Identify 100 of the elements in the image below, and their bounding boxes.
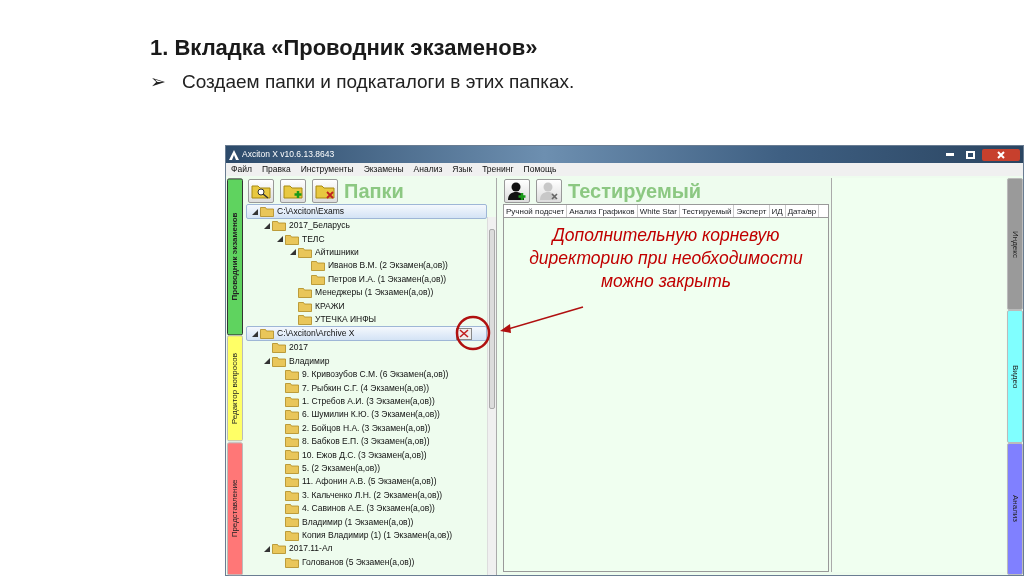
tree-item[interactable]: 7. Рыбкин С.Г. (4 Экзамен(а,ов))	[246, 381, 487, 395]
folder-icon	[260, 206, 274, 217]
tree-item[interactable]: 5. (2 Экзамен(а,ов))	[246, 461, 487, 476]
app-logo-icon	[229, 149, 239, 160]
folder-icon	[285, 395, 299, 407]
folder-icon	[285, 476, 299, 488]
slide-title: 1. Вкладка «Проводник экзаменов»	[150, 34, 539, 62]
close-button[interactable]	[982, 148, 1020, 161]
side-tab[interactable]: Представление	[227, 441, 243, 575]
folder-label: 3. Кальченко Л.Н. (2 Экзамен(а,ов))	[302, 488, 443, 502]
annotation-text: директорию при необходимости	[529, 247, 803, 270]
tree-item[interactable]: 2017	[246, 341, 487, 355]
expanded-arrow-icon[interactable]	[251, 208, 258, 215]
tree-item[interactable]: Петров И.А. (1 Экзамен(а,ов))	[246, 272, 487, 286]
tree-item[interactable]: 10. Ежов Д.С. (3 Экзамен(а,ов))	[246, 448, 487, 462]
column-header[interactable]: Ручной подсчет	[504, 205, 568, 217]
folder-label: Владимир (1 Экзамен(а,ов))	[302, 515, 414, 529]
column-header[interactable]: White Star	[637, 205, 680, 217]
side-tab[interactable]: Редактор вопросов	[227, 335, 243, 442]
folder-icon	[311, 273, 325, 285]
expanded-arrow-icon[interactable]	[276, 236, 283, 243]
folder-label: 8. Бабков Е.П. (3 Экзамен(а,ов))	[302, 435, 430, 448]
tree-item[interactable]: 6. Шумилин К.Ю. (3 Экзамен(а,ов))	[246, 408, 487, 422]
tree-item[interactable]: Владимир	[246, 354, 487, 368]
menu-item[interactable]: Правка	[256, 163, 296, 176]
folder-icon	[285, 489, 299, 501]
folder-label: 10. Ежов Д.С. (3 Экзамен(а,ов))	[302, 448, 427, 462]
tree-item[interactable]: 1. Стребов А.И. (3 Экзамен(а,ов))	[246, 394, 487, 409]
column-header[interactable]: Тестируемый	[679, 205, 735, 217]
folder-delete-button[interactable]	[312, 179, 338, 203]
bullet-marker: ➢	[150, 70, 166, 94]
tree-item[interactable]: КРАЖИ	[246, 299, 487, 313]
folder-label: ТЕЛС	[302, 232, 325, 246]
folder-label: 11. Афонин А.В. (5 Экзамен(а,ов))	[302, 475, 437, 489]
expanded-arrow-icon[interactable]	[263, 358, 270, 365]
window-title: Axciton X v10.6.13.8643	[242, 148, 335, 161]
menu-item[interactable]: Экзамены	[358, 163, 409, 176]
folder-label: КРАЖИ	[315, 299, 345, 313]
folder-label: 6. Шумилин К.Ю. (3 Экзамен(а,ов))	[302, 408, 440, 422]
folder-label: Иванов В.М. (2 Экзамен(а,ов))	[328, 259, 448, 273]
tree-item[interactable]: Иванов В.М. (2 Экзамен(а,ов))	[246, 259, 487, 273]
expanded-arrow-icon[interactable]	[251, 330, 258, 337]
column-header[interactable]: Дата/вр	[785, 205, 820, 217]
tree-item[interactable]: Айтишники	[246, 245, 487, 260]
close-icon	[997, 150, 1005, 159]
tree-item[interactable]: 11. Афонин А.В. (5 Экзамен(а,ов))	[246, 475, 487, 489]
folder-label: Копия Владимир (1) (1 Экзамен(а,ов))	[302, 528, 453, 542]
folder-label: 2017	[289, 341, 308, 355]
menu-item[interactable]: Язык	[447, 163, 478, 176]
folder-add-button[interactable]	[280, 179, 306, 203]
root-folder-row[interactable]: C:\Axciton\Exams	[246, 204, 487, 219]
expanded-arrow-icon[interactable]	[263, 222, 270, 229]
tree-item[interactable]: 9. Кривозубов С.М. (6 Экзамен(а,ов))	[246, 367, 487, 382]
menu-item[interactable]: Файл	[226, 163, 257, 176]
annotation-text: можно закрыть	[601, 270, 731, 293]
tree-item[interactable]: 2017.11-Ал	[246, 542, 487, 556]
folder-label: 7. Рыбкин С.Г. (4 Экзамен(а,ов))	[302, 381, 429, 395]
folder-icon	[285, 382, 299, 394]
expanded-arrow-icon[interactable]	[263, 545, 270, 552]
folder-icon	[285, 503, 299, 514]
folder-label: 9. Кривозубов С.М. (6 Экзамен(а,ов))	[302, 368, 449, 381]
tree-item[interactable]: 2. Бойцов Н.А. (3 Экзамен(а,ов))	[246, 421, 487, 435]
expanded-arrow-icon[interactable]	[289, 249, 296, 256]
tree-item[interactable]: 4. Савинов А.Е. (3 Экзамен(а,ов))	[246, 501, 487, 516]
tree-item[interactable]: Голованов (5 Экзамен(а,ов))	[246, 555, 487, 569]
side-tab[interactable]: Индекс	[1007, 178, 1023, 311]
panel-title: Папки	[344, 179, 404, 203]
side-tab[interactable]: Видео	[1007, 310, 1023, 443]
highlight-circle	[455, 315, 491, 351]
folder-label: Менеджеры (1 Экзамен(а,ов))	[315, 286, 434, 299]
tree-item[interactable]: 8. Бабков Е.П. (3 Экзамен(а,ов))	[246, 434, 487, 449]
tree-item[interactable]: Владимир (1 Экзамен(а,ов))	[246, 515, 487, 529]
tree-item[interactable]: ТЕЛС	[246, 232, 487, 246]
column-header[interactable]: ИД	[769, 205, 786, 217]
tree-item[interactable]: 3. Кальченко Л.Н. (2 Экзамен(а,ов))	[246, 488, 487, 502]
column-header[interactable]: Анализ Графиков	[567, 205, 638, 217]
scrollbar[interactable]	[487, 217, 496, 575]
root-folder-row[interactable]: C:\Axciton\Archive X	[246, 326, 487, 342]
side-tab[interactable]: Анализ	[1007, 442, 1023, 575]
folder-icon	[285, 462, 299, 474]
folder-icon	[272, 355, 286, 367]
tree-item[interactable]: Менеджеры (1 Экзамен(а,ов))	[246, 285, 487, 300]
panel-title: Тестируемый	[568, 179, 702, 203]
column-header[interactable]: Эксперт	[734, 205, 770, 217]
tree-item[interactable]: УТЕЧКА ИНФЫ	[246, 312, 487, 327]
person-add-button[interactable]	[504, 179, 530, 203]
menu-item[interactable]: Помощь	[518, 163, 562, 176]
menu-item[interactable]: Инструменты	[295, 163, 359, 176]
folder-label: 2017.11-Ал	[289, 542, 333, 556]
tree-item[interactable]: Копия Владимир (1) (1 Экзамен(а,ов))	[246, 528, 487, 542]
folder-icon	[311, 260, 325, 272]
folder-label: 2. Бойцов Н.А. (3 Экзамен(а,ов))	[302, 421, 431, 435]
maximize-icon	[965, 150, 975, 159]
menu-item[interactable]: Тренинг	[477, 163, 519, 176]
menu-item[interactable]: Анализ	[408, 163, 448, 176]
minimize-icon	[946, 153, 954, 156]
tree-item[interactable]: 2017_Беларусь	[246, 219, 487, 233]
folder-icon	[285, 369, 299, 381]
folder-search-button[interactable]	[248, 179, 274, 203]
side-tab[interactable]: Проводник экзаменов	[227, 178, 243, 336]
